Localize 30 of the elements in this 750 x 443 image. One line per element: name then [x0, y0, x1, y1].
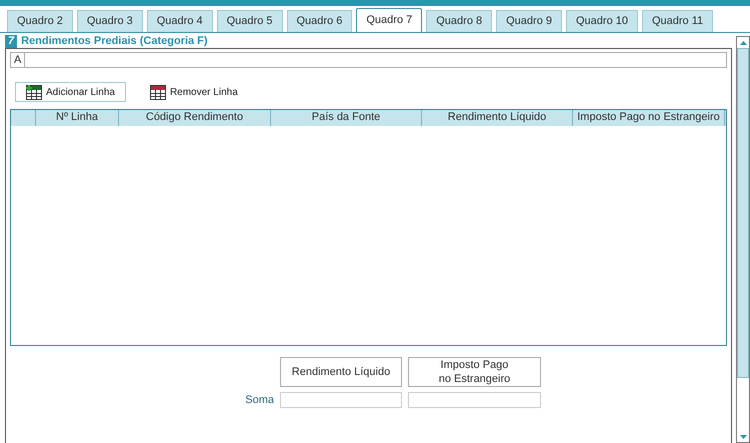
column-header: Código Rendimento	[119, 110, 271, 126]
sum-label: Soma	[244, 393, 274, 408]
scroll-thumb[interactable]	[737, 48, 749, 378]
section-number: 7	[5, 34, 18, 48]
sum-field[interactable]	[408, 392, 541, 408]
tab[interactable]: Quadro 7	[356, 8, 422, 32]
tab[interactable]: Quadro 8	[426, 10, 492, 32]
tab[interactable]: Quadro 3	[76, 10, 143, 32]
table-add-icon	[26, 84, 42, 100]
tab[interactable]: Quadro 9	[496, 10, 562, 32]
column-header: País da Fonte	[271, 110, 422, 126]
column-header: Nº Linha	[36, 110, 119, 126]
add-row-button[interactable]: Adicionar Linha	[15, 82, 126, 102]
section-title: Rendimentos Prediais (Categoria F)	[21, 34, 208, 49]
remove-row-button[interactable]: Remover Linha	[140, 82, 248, 102]
total-column-header: Imposto Pago no Estrangeiro	[408, 357, 541, 387]
input-field[interactable]: A	[10, 52, 727, 68]
table-remove-icon	[150, 84, 166, 100]
total-column-header: Rendimento Líquido	[280, 357, 402, 387]
tab[interactable]: Quadro 10	[566, 10, 638, 32]
tab[interactable]: Quadro 6	[286, 10, 352, 32]
sum-field[interactable]	[280, 392, 402, 408]
tab[interactable]: Quadro 5	[216, 10, 282, 32]
tab[interactable]: Quadro 2	[7, 10, 73, 32]
tab[interactable]: Quadro 4	[146, 10, 213, 32]
field-label: A	[11, 53, 26, 67]
scrollbar[interactable]	[736, 36, 750, 443]
column-header: Imposto Pago no Estrangeiro	[573, 110, 725, 126]
tab[interactable]: Quadro 11	[642, 10, 714, 32]
column-header: Rendimento Líquido	[422, 110, 573, 126]
